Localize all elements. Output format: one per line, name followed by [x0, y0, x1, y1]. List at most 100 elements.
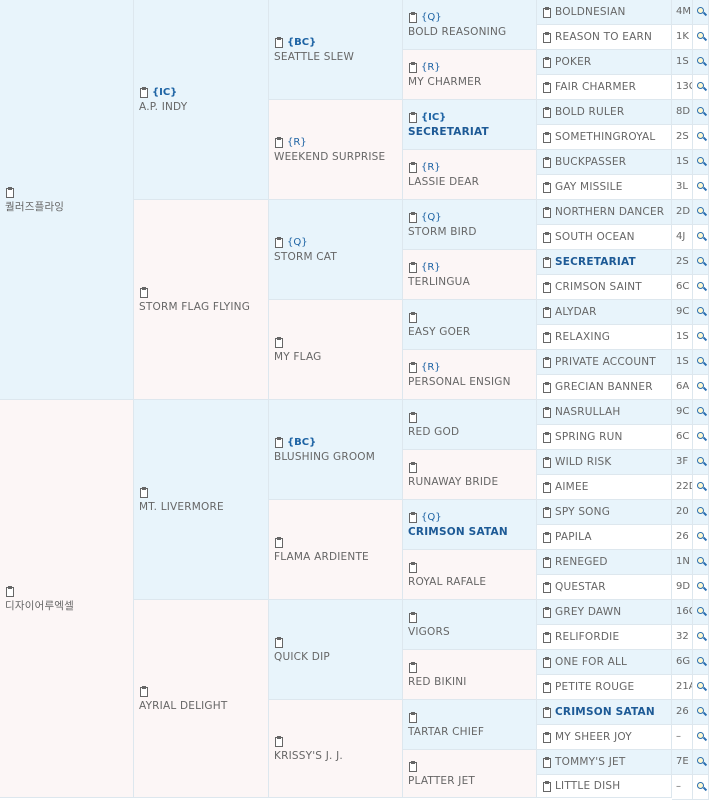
clipboard-icon[interactable] — [542, 780, 552, 792]
magnifier-icon[interactable] — [693, 375, 709, 400]
gen3-horse-cell[interactable]: KRISSY'S J. J. — [269, 700, 403, 798]
horse-name[interactable]: A.P. INDY — [139, 100, 265, 114]
horse-name[interactable]: VIGORS — [408, 625, 533, 639]
magnifier-icon[interactable] — [693, 425, 709, 450]
magnifier-icon[interactable] — [693, 350, 709, 375]
gen5-horse-cell[interactable]: POKER — [537, 50, 672, 75]
clipboard-icon[interactable] — [542, 6, 552, 18]
gen2-horse-cell[interactable]: AYRIAL DELIGHT — [134, 600, 269, 798]
clipboard-icon[interactable] — [408, 362, 418, 373]
clipboard-icon[interactable] — [542, 531, 552, 543]
horse-name[interactable]: TOMMY'S JET — [555, 755, 625, 769]
gen4-horse-cell[interactable]: {Q} BOLD REASONING — [403, 0, 537, 50]
magnifier-icon[interactable] — [693, 775, 709, 800]
horse-name[interactable]: CRIMSON SAINT — [555, 280, 642, 294]
gen5-horse-cell[interactable]: PETITE ROUGE — [537, 675, 672, 700]
gen5-horse-cell[interactable]: REASON TO EARN — [537, 25, 672, 50]
clipboard-icon[interactable] — [542, 456, 552, 468]
gen5-horse-cell[interactable]: TOMMY'S JET — [537, 750, 672, 775]
horse-name[interactable]: BOLD RULER — [555, 105, 624, 119]
magnifier-icon[interactable] — [693, 275, 709, 300]
horse-name[interactable]: RELAXING — [555, 330, 610, 344]
clipboard-icon[interactable] — [542, 406, 552, 418]
horse-name[interactable]: RED BIKINI — [408, 675, 533, 689]
gen3-horse-cell[interactable]: {BC} SEATTLE SLEW — [269, 0, 403, 100]
gen5-horse-cell[interactable]: FAIR CHARMER — [537, 75, 672, 100]
clipboard-icon[interactable] — [542, 256, 552, 268]
gen5-horse-cell[interactable]: SPY SONG — [537, 500, 672, 525]
clipboard-icon[interactable] — [542, 331, 552, 343]
horse-name[interactable]: PAPILA — [555, 530, 592, 544]
horse-name[interactable]: STORM FLAG FLYING — [139, 300, 265, 314]
horse-name[interactable]: PETITE ROUGE — [555, 680, 634, 694]
horse-name[interactable]: LITTLE DISH — [555, 779, 620, 793]
magnifier-icon[interactable] — [693, 475, 709, 500]
magnifier-icon[interactable] — [693, 575, 709, 600]
magnifier-icon[interactable] — [693, 525, 709, 550]
magnifier-icon[interactable] — [693, 550, 709, 575]
clipboard-icon[interactable] — [274, 37, 284, 48]
gen3-horse-cell[interactable]: {R} WEEKEND SURPRISE — [269, 100, 403, 200]
clipboard-icon[interactable] — [542, 506, 552, 518]
clipboard-icon[interactable] — [542, 656, 552, 668]
gen1-horse-cell[interactable]: 퀄러즈플라잉 — [0, 0, 134, 400]
clipboard-icon[interactable] — [408, 761, 418, 772]
gen4-horse-cell[interactable]: TARTAR CHIEF — [403, 700, 537, 750]
magnifier-icon[interactable] — [693, 150, 709, 175]
gen5-horse-cell[interactable]: RELIFORDIE — [537, 625, 672, 650]
gen4-horse-cell[interactable]: {IC} SECRETARIAT — [403, 100, 537, 150]
gen4-horse-cell[interactable]: {Q} STORM BIRD — [403, 200, 537, 250]
gen5-horse-cell[interactable]: GREY DAWN — [537, 600, 672, 625]
clipboard-icon[interactable] — [5, 187, 15, 198]
gen5-horse-cell[interactable]: RENEGED — [537, 550, 672, 575]
gen3-horse-cell[interactable]: MY FLAG — [269, 300, 403, 400]
clipboard-icon[interactable] — [542, 681, 552, 693]
horse-name[interactable]: ALYDAR — [555, 305, 597, 319]
clipboard-icon[interactable] — [542, 81, 552, 93]
gen5-horse-cell[interactable]: BUCKPASSER — [537, 150, 672, 175]
horse-name[interactable]: SPY SONG — [555, 505, 610, 519]
horse-name[interactable]: BOLDNESIAN — [555, 5, 626, 19]
gen5-horse-cell[interactable]: ONE FOR ALL — [537, 650, 672, 675]
clipboard-icon[interactable] — [542, 181, 552, 193]
gen2-horse-cell[interactable]: STORM FLAG FLYING — [134, 200, 269, 400]
horse-name[interactable]: QUESTAR — [555, 580, 606, 594]
magnifier-icon[interactable] — [693, 200, 709, 225]
gen5-horse-cell[interactable]: WILD RISK — [537, 450, 672, 475]
gen5-horse-cell[interactable]: SOUTH OCEAN — [537, 225, 672, 250]
magnifier-icon[interactable] — [693, 450, 709, 475]
horse-name[interactable]: FLAMA ARDIENTE — [274, 550, 399, 564]
clipboard-icon[interactable] — [542, 381, 552, 393]
gen5-horse-cell[interactable]: PAPILA — [537, 525, 672, 550]
clipboard-icon[interactable] — [408, 112, 418, 123]
clipboard-icon[interactable] — [274, 437, 284, 448]
horse-name[interactable]: GAY MISSILE — [555, 180, 623, 194]
gen4-horse-cell[interactable]: RUNAWAY BRIDE — [403, 450, 537, 500]
gen4-horse-cell[interactable]: {R} TERLINGUA — [403, 250, 537, 300]
clipboard-icon[interactable] — [274, 337, 284, 348]
clipboard-icon[interactable] — [274, 237, 284, 248]
horse-name[interactable]: GRECIAN BANNER — [555, 380, 653, 394]
magnifier-icon[interactable] — [693, 75, 709, 100]
magnifier-icon[interactable] — [693, 250, 709, 275]
horse-name[interactable]: GREY DAWN — [555, 605, 621, 619]
magnifier-icon[interactable] — [693, 0, 709, 25]
clipboard-icon[interactable] — [542, 356, 552, 368]
clipboard-icon[interactable] — [139, 686, 149, 697]
horse-name[interactable]: MY FLAG — [274, 350, 399, 364]
clipboard-icon[interactable] — [408, 312, 418, 323]
clipboard-icon[interactable] — [408, 12, 418, 23]
horse-name[interactable]: RELIFORDIE — [555, 630, 619, 644]
horse-name[interactable]: CRIMSON SATAN — [555, 705, 655, 719]
magnifier-icon[interactable] — [693, 700, 709, 725]
clipboard-icon[interactable] — [408, 712, 418, 723]
gen2-horse-cell[interactable]: {IC} A.P. INDY — [134, 0, 269, 200]
clipboard-icon[interactable] — [408, 562, 418, 573]
horse-name[interactable]: SOMETHINGROYAL — [555, 130, 655, 144]
clipboard-icon[interactable] — [542, 756, 552, 768]
clipboard-icon[interactable] — [542, 281, 552, 293]
clipboard-icon[interactable] — [408, 412, 418, 423]
clipboard-icon[interactable] — [542, 56, 552, 68]
magnifier-icon[interactable] — [693, 650, 709, 675]
magnifier-icon[interactable] — [693, 675, 709, 700]
